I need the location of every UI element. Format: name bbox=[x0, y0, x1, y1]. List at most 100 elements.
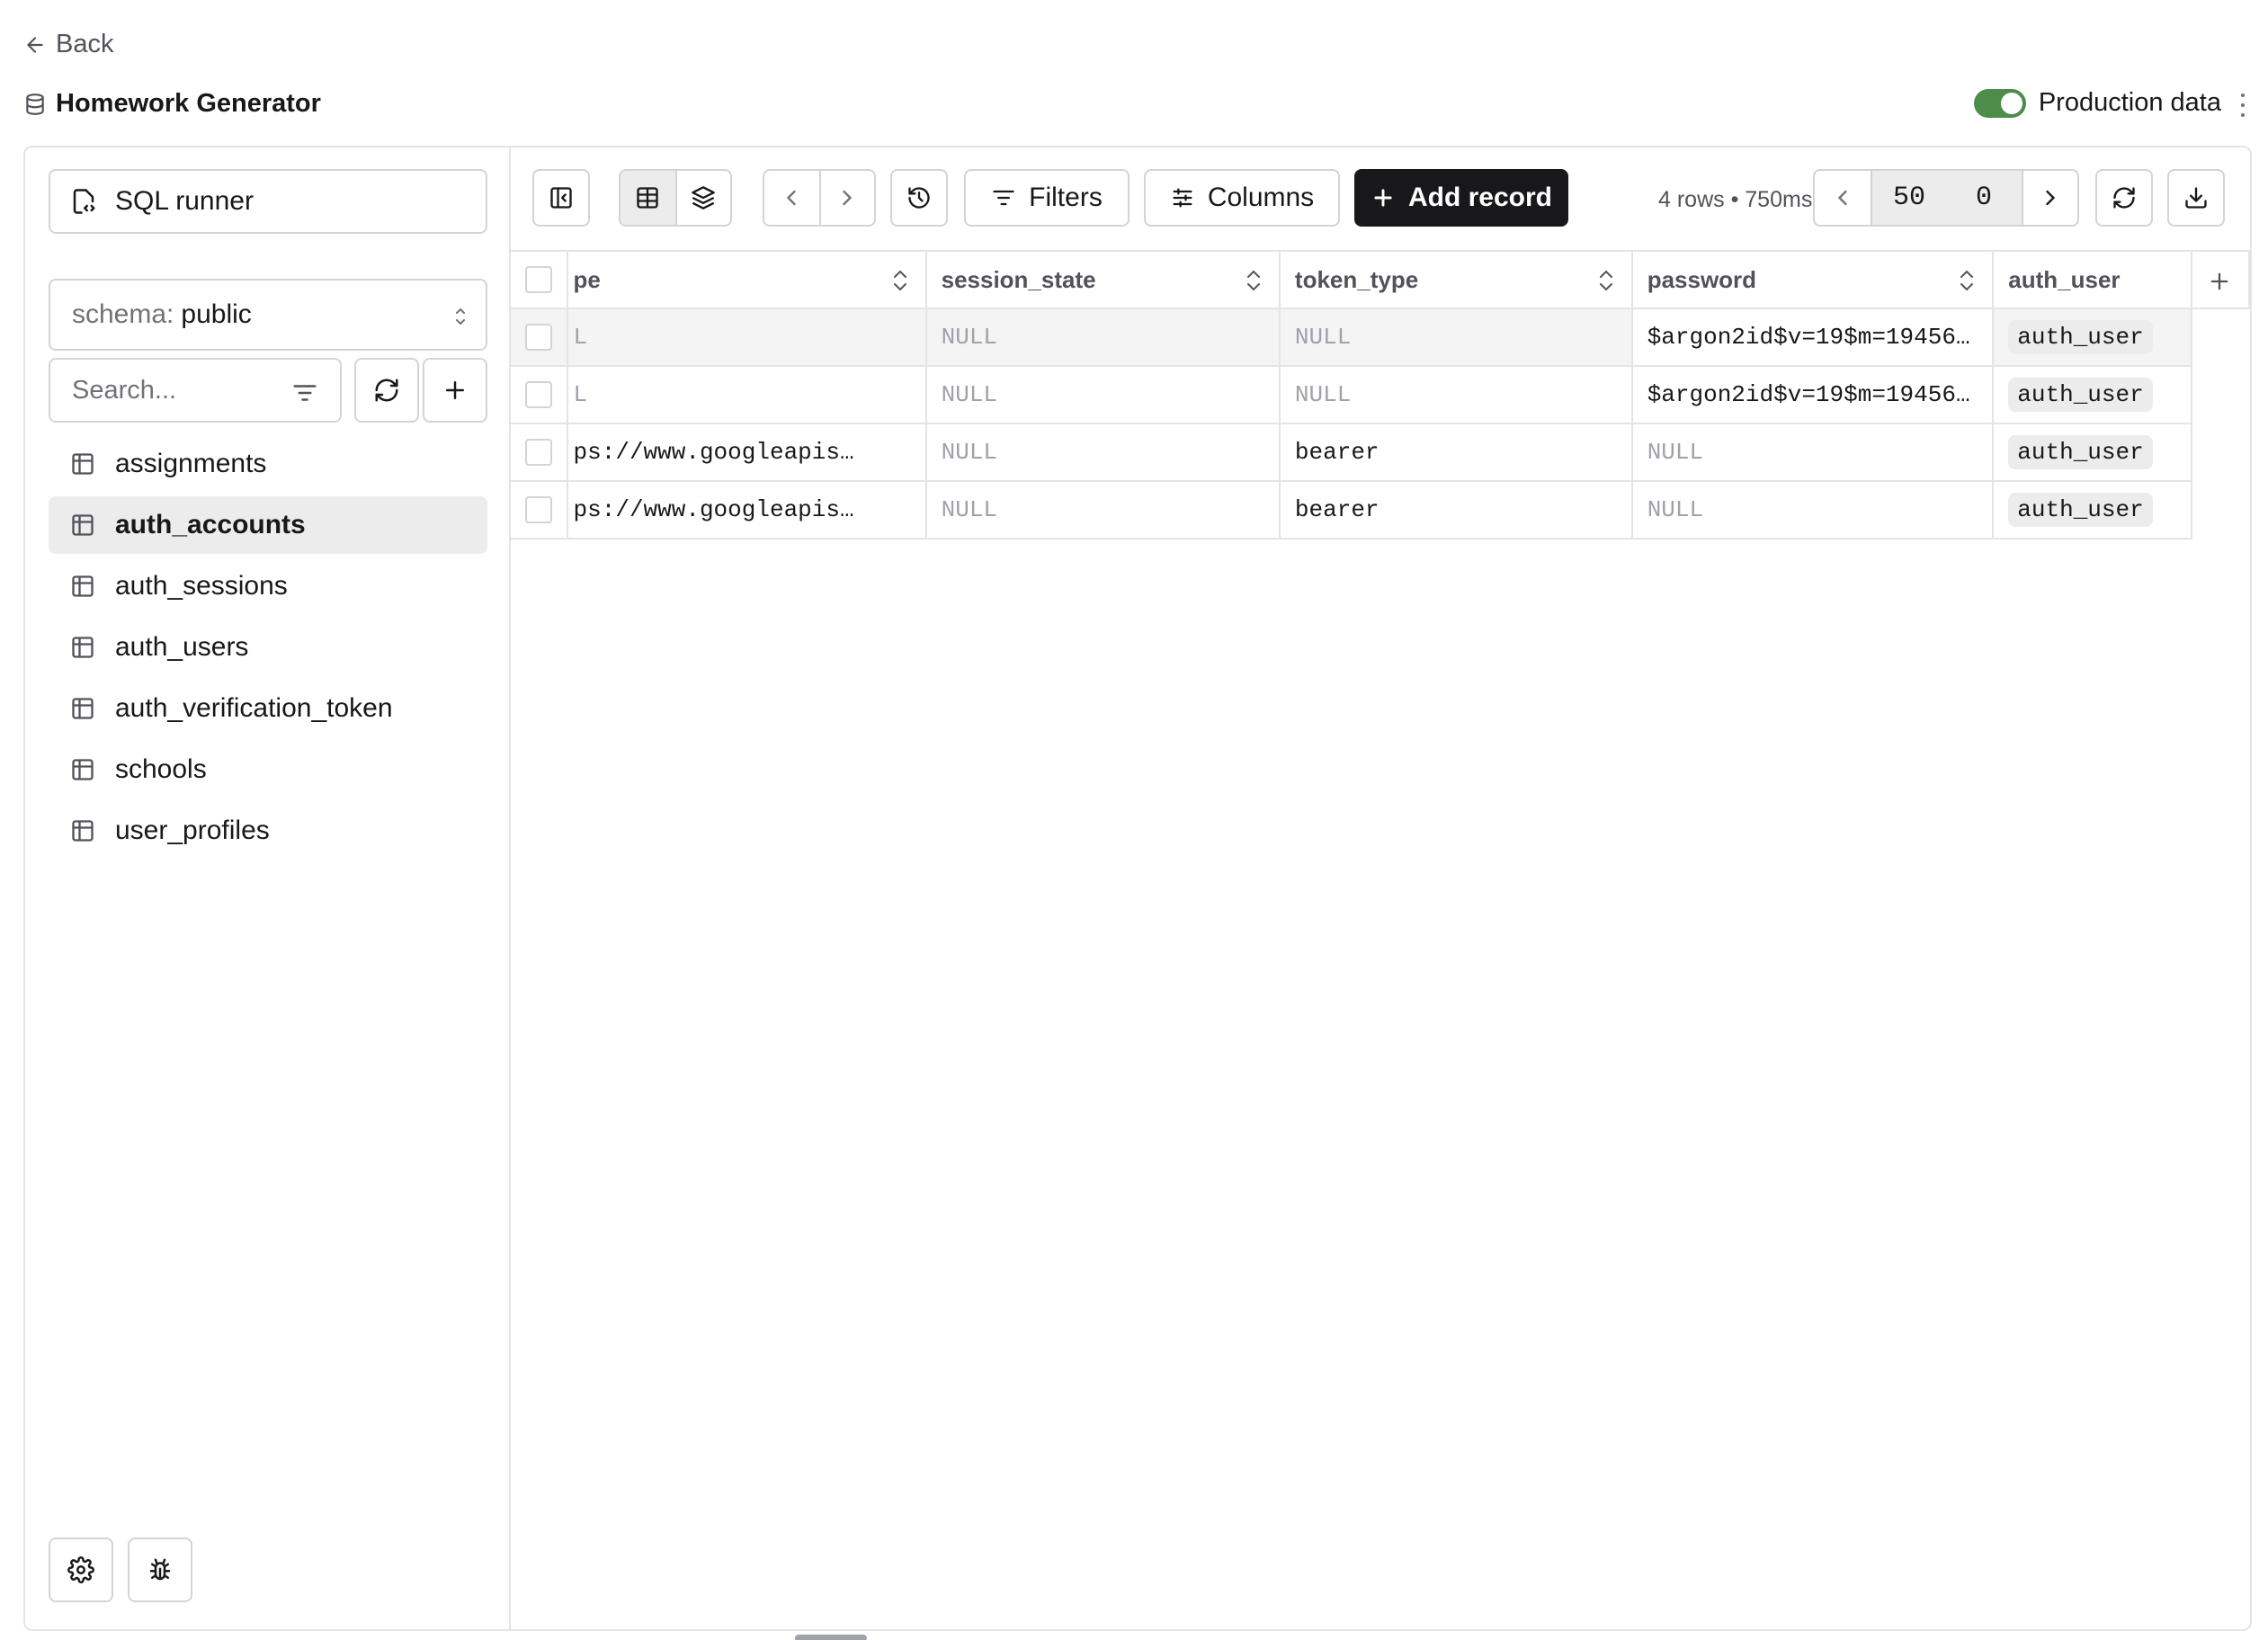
toggle-switch[interactable] bbox=[1973, 88, 2026, 118]
columns-label: Columns bbox=[1207, 183, 1315, 212]
table-item-user-profiles[interactable]: user_profiles bbox=[49, 802, 487, 860]
cell[interactable]: auth_user bbox=[1993, 481, 2193, 539]
structure-view-button[interactable] bbox=[674, 171, 730, 225]
relation-pill[interactable]: auth_user bbox=[2008, 378, 2153, 412]
sidebar-collapse-icon bbox=[550, 187, 572, 209]
row-checkbox[interactable] bbox=[524, 324, 552, 351]
database-name: Homework Generator bbox=[56, 89, 321, 118]
table-row[interactable]: ps://www.googleapis… NULL bearer NULL au… bbox=[511, 481, 2249, 539]
chevron-left-icon bbox=[787, 190, 797, 206]
cell[interactable]: NULL bbox=[925, 366, 1281, 424]
cell[interactable]: bearer bbox=[1279, 423, 1633, 482]
add-column-icon[interactable] bbox=[2207, 269, 2232, 294]
more-options-icon[interactable] bbox=[2234, 94, 2252, 117]
search-field[interactable] bbox=[49, 358, 342, 423]
cell[interactable]: $argon2id$v=19$m=19456… bbox=[1631, 366, 1995, 424]
nav-forward-button[interactable] bbox=[818, 171, 874, 225]
page-next-button[interactable] bbox=[2022, 171, 2077, 225]
refresh-button[interactable] bbox=[2095, 169, 2153, 227]
cell[interactable]: ps://www.googleapis… bbox=[567, 481, 927, 539]
sort-icon[interactable] bbox=[891, 268, 909, 293]
select-all-checkbox[interactable] bbox=[524, 266, 552, 293]
column-header[interactable]: session_state bbox=[925, 250, 1281, 309]
refresh-tables-button[interactable] bbox=[354, 358, 419, 423]
sql-runner-button[interactable]: SQL runner bbox=[49, 169, 487, 234]
table-item-auth-accounts[interactable]: auth_accounts bbox=[49, 496, 487, 554]
pagination-control: 50 0 bbox=[1813, 169, 2079, 227]
table-row[interactable]: L NULL NULL $argon2id$v=19$m=19456… auth… bbox=[511, 308, 2249, 367]
cell[interactable]: ps://www.googleapis… bbox=[567, 423, 927, 482]
cell[interactable]: auth_user bbox=[1993, 308, 2193, 367]
relation-pill[interactable]: auth_user bbox=[2008, 435, 2153, 469]
limit-input[interactable]: 50 bbox=[1871, 171, 1946, 225]
row-checkbox[interactable] bbox=[524, 381, 552, 408]
history-button[interactable] bbox=[890, 169, 948, 227]
column-header[interactable]: token_type bbox=[1279, 250, 1633, 309]
sort-icon[interactable] bbox=[1958, 268, 1976, 293]
settings-button[interactable] bbox=[49, 1538, 113, 1602]
nav-back-button[interactable] bbox=[764, 171, 819, 225]
content-area: Filters Columns Add record 4 rows • 750m… bbox=[511, 147, 2250, 1629]
toggle-sidebar-button[interactable] bbox=[532, 169, 590, 227]
cell[interactable]: NULL bbox=[1279, 308, 1633, 367]
table-row[interactable]: L NULL NULL $argon2id$v=19$m=19456… auth… bbox=[511, 366, 2249, 424]
view-mode-toggle bbox=[619, 169, 732, 227]
schema-select[interactable]: schema: public bbox=[49, 279, 487, 351]
columns-button[interactable]: Columns bbox=[1144, 169, 1340, 227]
back-link[interactable]: Back bbox=[23, 30, 113, 59]
sliders-icon bbox=[1173, 188, 1192, 208]
search-input[interactable] bbox=[72, 375, 270, 406]
cell[interactable]: NULL bbox=[925, 308, 1281, 367]
column-header[interactable]: password bbox=[1631, 250, 1995, 309]
table-item-auth-sessions[interactable]: auth_sessions bbox=[49, 557, 487, 615]
download-button[interactable] bbox=[2167, 169, 2225, 227]
table-item-assignments[interactable]: assignments bbox=[49, 435, 487, 493]
cell[interactable]: NULL bbox=[1279, 366, 1633, 424]
table-row[interactable]: ps://www.googleapis… NULL bearer NULL au… bbox=[511, 423, 2249, 482]
page-prev-button[interactable] bbox=[1815, 171, 1871, 225]
cell[interactable]: NULL bbox=[925, 423, 1281, 482]
gear-icon bbox=[67, 1556, 94, 1583]
horizontal-scrollbar[interactable] bbox=[795, 1635, 867, 1640]
filter-icon[interactable] bbox=[291, 379, 318, 406]
debug-button[interactable] bbox=[128, 1538, 192, 1602]
table-item-label: auth_accounts bbox=[115, 510, 306, 539]
row-count-info: 4 rows • 750ms bbox=[1658, 187, 1813, 212]
main-frame: SQL runner schema: public assignments au… bbox=[23, 146, 2252, 1631]
add-record-button[interactable]: Add record bbox=[1354, 169, 1568, 227]
cell[interactable]: NULL bbox=[1631, 481, 1995, 539]
cell[interactable]: bearer bbox=[1279, 481, 1633, 539]
plus-icon bbox=[1374, 189, 1392, 207]
table-item-auth-users[interactable]: auth_users bbox=[49, 619, 487, 676]
column-header[interactable]: auth_user bbox=[1993, 250, 2193, 309]
grid-view-button[interactable] bbox=[621, 171, 675, 225]
production-data-toggle[interactable]: Production data bbox=[1973, 88, 2221, 118]
filter-icon bbox=[993, 190, 1014, 206]
column-header[interactable]: pe bbox=[567, 250, 927, 309]
filters-button[interactable]: Filters bbox=[964, 169, 1130, 227]
table-icon bbox=[72, 514, 94, 536]
cell[interactable]: auth_user bbox=[1993, 423, 2193, 482]
sort-icon[interactable] bbox=[1597, 268, 1615, 293]
table-item-schools[interactable]: schools bbox=[49, 741, 487, 798]
cell[interactable]: NULL bbox=[925, 481, 1281, 539]
row-checkbox[interactable] bbox=[524, 496, 552, 523]
sort-icon[interactable] bbox=[1245, 268, 1263, 293]
table-item-auth-verification-token[interactable]: auth_verification_token bbox=[49, 680, 487, 737]
column-header-label: session_state bbox=[941, 265, 1096, 293]
cell[interactable]: auth_user bbox=[1993, 366, 2193, 424]
relation-pill[interactable]: auth_user bbox=[2008, 320, 2153, 354]
production-data-label: Production data bbox=[2038, 88, 2221, 117]
cell[interactable]: NULL bbox=[1631, 423, 1995, 482]
row-checkbox[interactable] bbox=[524, 439, 552, 466]
cell[interactable]: L bbox=[567, 308, 927, 367]
refresh-icon bbox=[2113, 187, 2135, 209]
table-icon bbox=[72, 575, 94, 597]
cell[interactable]: $argon2id$v=19$m=19456… bbox=[1631, 308, 1995, 367]
layers-icon bbox=[692, 186, 716, 209]
relation-pill[interactable]: auth_user bbox=[2008, 493, 2153, 527]
offset-input[interactable]: 0 bbox=[1946, 171, 2022, 225]
cell[interactable]: L bbox=[567, 366, 927, 424]
add-table-button[interactable] bbox=[423, 358, 487, 423]
refresh-icon bbox=[375, 379, 398, 402]
